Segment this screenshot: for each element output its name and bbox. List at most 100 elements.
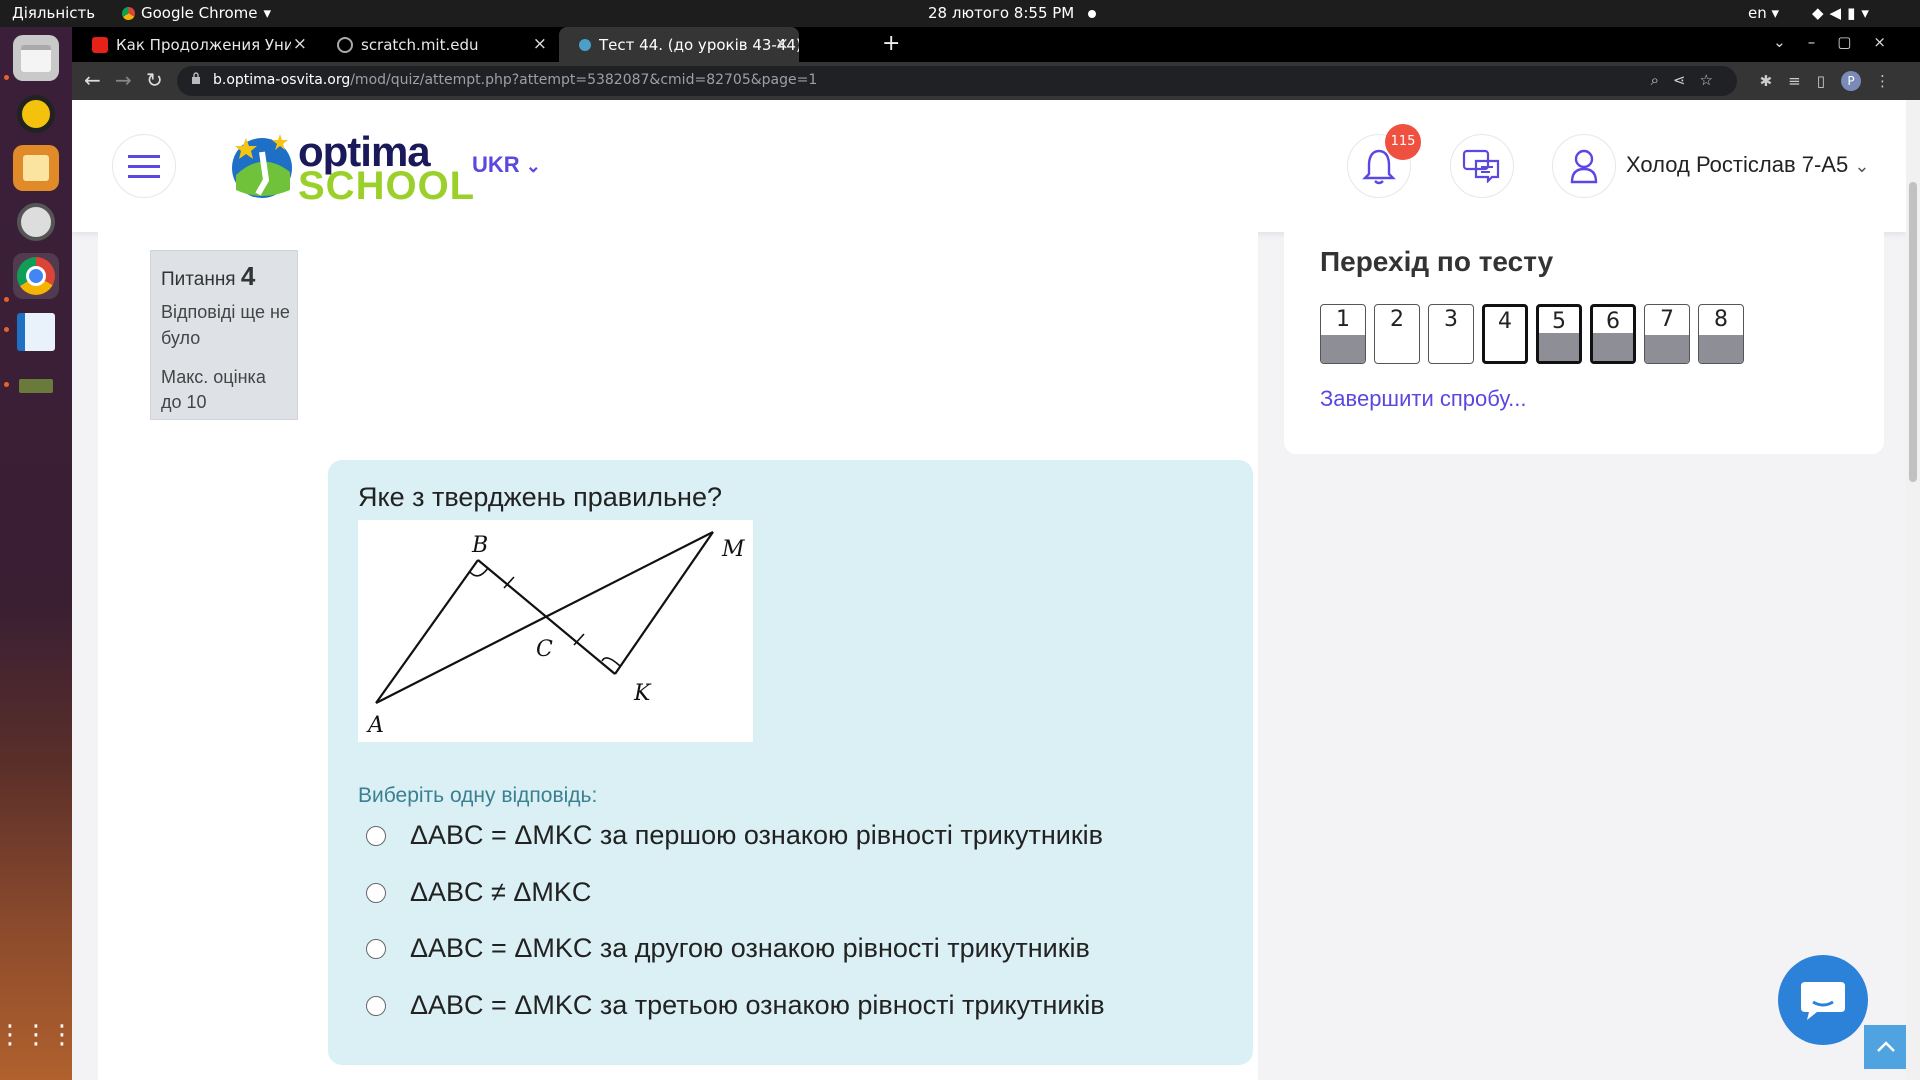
quiz-nav-button-4[interactable]: 4 (1482, 304, 1528, 364)
share-icon[interactable]: ⋖ (1673, 71, 1700, 89)
quiz-nav-number: 6 (1606, 309, 1620, 334)
question-prompt: Яке з тверджень правильне? (358, 482, 722, 512)
finish-attempt-link[interactable]: Завершити спробу... (1320, 386, 1527, 412)
label-a: A (366, 713, 384, 738)
image-viewer-icon[interactable] (13, 145, 59, 191)
radio-button[interactable] (366, 938, 386, 959)
chrome-small-icon (122, 6, 135, 20)
segment-am (375, 531, 714, 704)
chat-icon (1462, 149, 1500, 183)
maximize-icon[interactable]: ▢ (1837, 33, 1873, 51)
quiz-nav-button-5[interactable]: 5 (1536, 304, 1582, 364)
globe-icon (337, 36, 353, 53)
rhythmbox-icon[interactable] (13, 91, 59, 137)
close-icon[interactable]: × (533, 34, 547, 54)
answered-fill (1321, 335, 1365, 363)
window-controls[interactable]: ⌄–▢× (1773, 33, 1908, 51)
tab-quiz[interactable]: Тест 44. (до уроків 43-44) × (559, 27, 799, 62)
address-bar[interactable]: b.optima-osvita.org/mod/quiz/attempt.php… (177, 66, 1737, 96)
tab-scratch[interactable]: scratch.mit.edu × (317, 27, 557, 62)
scrollbar-thumb[interactable] (1909, 182, 1917, 482)
answer-option-3[interactable]: ΔABC = ΔMKC за другою ознакою рівності т… (366, 933, 1090, 964)
quiz-nav-button-6[interactable]: 6 (1590, 304, 1636, 364)
close-window-icon[interactable]: × (1873, 33, 1908, 51)
reload-icon[interactable]: ↻ (146, 68, 163, 92)
quiz-nav-button-7[interactable]: 7 (1644, 304, 1690, 364)
forward-icon[interactable]: → (115, 68, 132, 92)
running-indicator (4, 75, 9, 80)
quiz-nav-number: 4 (1498, 309, 1512, 334)
quiz-navigation-title: Перехід по тесту (1320, 246, 1554, 277)
hamburger-menu-button[interactable] (112, 134, 176, 198)
zoom-icon[interactable]: ⌕ (1651, 71, 1673, 89)
caret-down-icon: ▾ (263, 4, 272, 22)
close-icon[interactable]: × (293, 34, 307, 54)
answered-fill (1593, 333, 1633, 361)
quiz-nav-button-1[interactable]: 1 (1320, 304, 1366, 364)
new-tab-button[interactable]: + (882, 31, 900, 56)
logo-emblem (232, 134, 292, 198)
user-avatar-button[interactable] (1552, 134, 1616, 198)
files-icon[interactable] (13, 35, 59, 81)
optima-school-logo[interactable]: optima SCHOOL (228, 128, 508, 208)
minimize-icon[interactable]: – (1808, 33, 1838, 51)
quiz-nav-button-2[interactable]: 2 (1374, 304, 1420, 364)
chevron-down-icon: ⌄ (525, 156, 541, 176)
question-info-box: Питання 4 Відповіді ще не було Макс. оці… (150, 250, 298, 420)
radio-button[interactable] (366, 995, 386, 1016)
notification-count-badge: 115 (1385, 124, 1421, 160)
answer-option-2[interactable]: ΔABC ≠ ΔMKC (366, 877, 591, 908)
url-text: b.optima-osvita.org/mod/quiz/attempt.php… (213, 72, 817, 88)
language-selector[interactable]: UKR ⌄ (472, 152, 541, 178)
tab-youtube[interactable]: Как Продолжения Унич × (72, 27, 317, 62)
answer-option-4[interactable]: ΔABC = ΔMKC за третьою ознакою рівності … (366, 990, 1105, 1021)
keyboard-language[interactable]: en ▾ (1748, 4, 1779, 22)
address-bar-actions: ⌕⋖☆ (1651, 71, 1727, 89)
tab-search-icon[interactable]: ⌄ (1773, 33, 1808, 51)
notification-dot-icon (1088, 9, 1097, 18)
writer-icon[interactable] (13, 309, 59, 355)
system-tray[interactable]: ◆◀▮▾ (1812, 4, 1875, 22)
segment-ab (375, 559, 479, 704)
drill-app-icon[interactable] (13, 363, 59, 409)
radio-button[interactable] (366, 882, 386, 903)
chevron-down-icon: ⌄ (1854, 156, 1870, 176)
scroll-to-top-button[interactable] (1864, 1025, 1908, 1069)
quiz-nav-button-8[interactable]: 8 (1698, 304, 1744, 364)
side-panel-icon[interactable]: ▯ (1817, 72, 1841, 90)
show-apps-icon[interactable]: ⋮⋮⋮ (0, 1012, 75, 1058)
app-menu[interactable]: Google Chrome ▾ (122, 4, 271, 22)
running-indicator (4, 382, 9, 387)
close-icon[interactable]: × (775, 34, 789, 54)
tab-title: scratch.mit.edu (361, 35, 479, 54)
profile-avatar[interactable]: P (1841, 71, 1861, 91)
clock[interactable]: 28 лютого 8:55 PM (928, 4, 1097, 22)
messages-button[interactable] (1450, 134, 1514, 198)
quiz-nav-button-3[interactable]: 3 (1428, 304, 1474, 364)
tab-title: Тест 44. (до уроків 43-44) (599, 35, 799, 54)
menu-icon[interactable]: ⋮ (1875, 72, 1906, 90)
volume-icon: ◀ (1829, 4, 1848, 22)
media-icon[interactable]: ≡ (1788, 72, 1817, 90)
back-icon[interactable]: ← (84, 68, 101, 92)
page-scrollbar[interactable] (1906, 100, 1920, 1080)
support-chat-button[interactable] (1778, 955, 1868, 1045)
user-menu[interactable]: Холод Ростіслав 7-А5 ⌄ (1626, 152, 1869, 178)
bookmark-star-icon[interactable]: ☆ (1700, 71, 1727, 89)
question-content: Питання 4 Відповіді ще не було Макс. оці… (98, 232, 1258, 1080)
tab-title: Как Продолжения Унич (116, 35, 291, 54)
segment-km (614, 531, 714, 675)
answer-option-1[interactable]: ΔABC = ΔMKC за першою ознакою рівності т… (366, 820, 1103, 851)
url-host: b.optima-osvita.org (213, 72, 351, 88)
radio-button[interactable] (366, 825, 386, 846)
quiz-nav-number: 2 (1390, 307, 1404, 332)
chrome-icon[interactable] (13, 253, 59, 299)
question-max-grade: Макс. оцінка до 10 (161, 367, 266, 412)
wifi-icon: ◆ (1812, 4, 1830, 22)
chevron-up-icon (1877, 1041, 1895, 1052)
installer-icon[interactable] (13, 199, 59, 245)
extensions-icon[interactable]: ✱ (1760, 72, 1789, 90)
lock-icon (192, 72, 200, 84)
site-icon (579, 38, 591, 51)
activities-button[interactable]: Діяльність (12, 4, 95, 22)
